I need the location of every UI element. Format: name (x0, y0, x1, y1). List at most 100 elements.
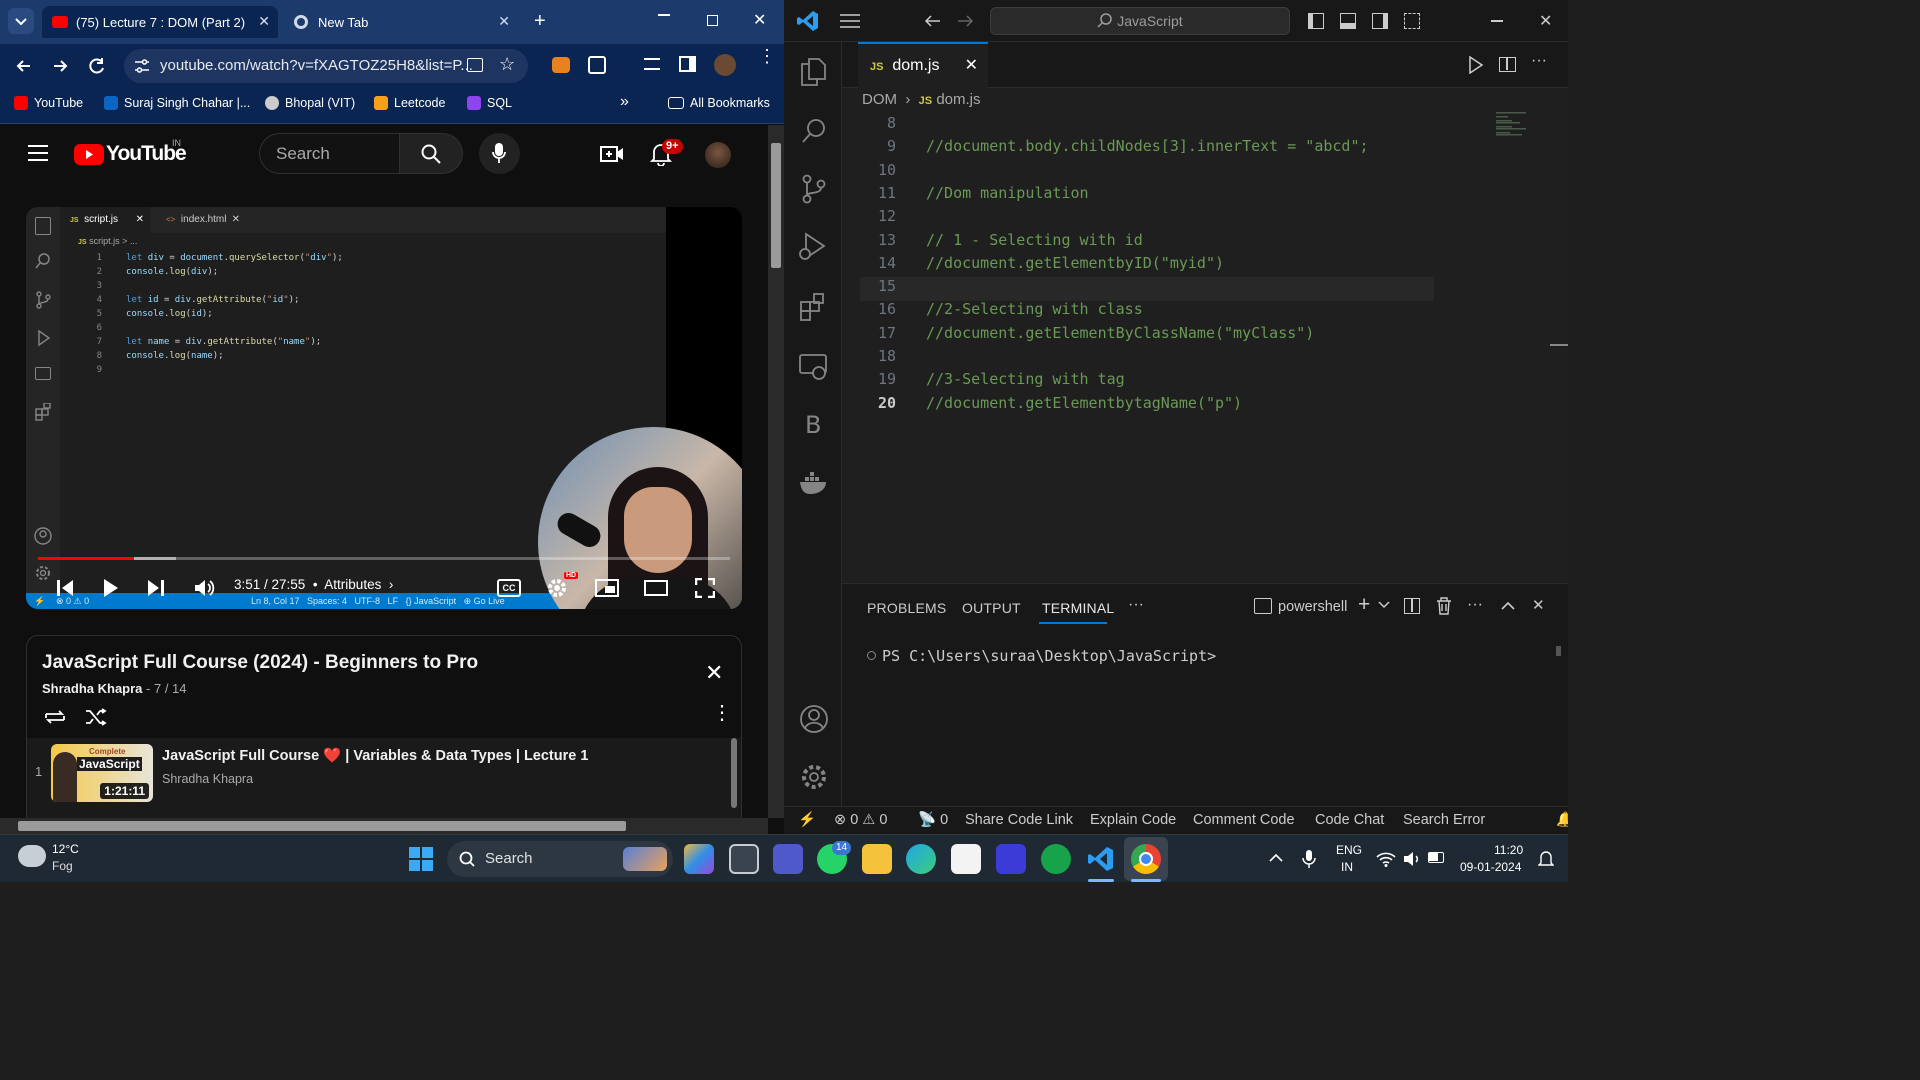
create-video-icon[interactable] (600, 144, 624, 164)
metamask-extension-icon[interactable] (552, 57, 570, 73)
close-tab-icon[interactable]: ✕ (258, 13, 270, 30)
problems-indicator[interactable]: ⊗ 0 ⚠ 0 (834, 807, 887, 834)
shuffle-icon[interactable] (85, 708, 107, 726)
chapter-title[interactable]: Attributes (324, 577, 381, 592)
taskbar-search[interactable]: Search (447, 841, 673, 877)
new-terminal-icon[interactable]: + (1358, 593, 1370, 617)
site-info-icon[interactable] (134, 59, 150, 73)
search-button[interactable] (399, 133, 463, 174)
close-tab-icon[interactable]: ✕ (965, 44, 978, 88)
code-line[interactable]: 16 //2-Selecting with class (842, 298, 1482, 321)
close-window-button[interactable]: ✕ (1539, 11, 1552, 31)
hamburger-menu-icon[interactable] (840, 14, 860, 28)
playlist-author[interactable]: Shradha Khapra (42, 681, 142, 696)
search-error[interactable]: Search Error (1403, 807, 1485, 834)
tab-new-tab[interactable]: New Tab ✕ (284, 6, 522, 38)
terminal-more-icon[interactable]: ··· (1467, 596, 1483, 614)
tab-youtube-lecture[interactable]: (75) Lecture 7 : DOM (Part 2) | D ✕ (42, 6, 278, 38)
notifications-bell-icon[interactable] (1538, 849, 1554, 869)
volume-icon[interactable] (194, 578, 216, 598)
video-thumbnail[interactable]: Complete JavaScript 1:21:11 (51, 744, 153, 802)
clock-time[interactable]: 11:20 (1494, 843, 1523, 857)
code-chat[interactable]: Code Chat (1315, 807, 1384, 834)
wifi-icon[interactable] (1376, 851, 1396, 867)
remote-explorer-icon[interactable] (799, 352, 829, 382)
toggle-secondary-sidebar-icon[interactable] (1372, 13, 1388, 29)
reload-icon[interactable] (87, 56, 107, 76)
whiteboard-app-icon[interactable] (996, 844, 1026, 874)
code-line[interactable]: 10 (842, 159, 1482, 182)
terminal-shell-name[interactable]: powershell (1278, 599, 1347, 615)
breadcrumb-file[interactable]: dom.js (936, 91, 980, 108)
minimize-button[interactable] (1491, 20, 1503, 22)
chrome-menu-icon[interactable]: ⋮ (758, 47, 776, 65)
hamburger-menu-icon[interactable] (28, 145, 48, 161)
code-line[interactable]: 14 //document.getElementbyID("myid") (842, 252, 1482, 275)
terminal-output[interactable]: PS C:\Users\suraa\Desktop\JavaScript> (867, 647, 1216, 665)
code-editor[interactable]: 8 9 //document.body.childNodes[3].innerTex… (842, 112, 1568, 580)
weather-temp[interactable]: 12°C (52, 842, 79, 856)
weather-fog-icon[interactable] (18, 845, 46, 867)
vscode-taskbar-icon[interactable] (1086, 844, 1116, 874)
profile-avatar[interactable] (714, 54, 736, 76)
remote-indicator-icon[interactable]: ⚡ (798, 807, 816, 834)
playlist-scrollbar[interactable] (731, 738, 737, 808)
bookmark-linkedin[interactable]: Suraj Singh Chahar |... (104, 96, 250, 110)
fullscreen-icon[interactable] (695, 578, 715, 598)
bookmark-star-icon[interactable]: ☆ (499, 54, 515, 75)
breadcrumb-folder[interactable]: DOM (862, 91, 897, 108)
back-arrow-icon[interactable] (924, 13, 942, 29)
settings-gear-icon[interactable] (546, 577, 568, 599)
more-bookmarks-icon[interactable]: » (620, 93, 629, 111)
notifications-bell-icon[interactable]: 🔔 (1556, 807, 1568, 834)
account-icon[interactable] (799, 704, 829, 734)
tab-dom-js[interactable]: JS dom.js ✕ (858, 42, 988, 88)
toggle-panel-icon[interactable] (1340, 13, 1356, 29)
language-primary[interactable]: ENG (1336, 843, 1362, 857)
media-control-icon[interactable] (644, 58, 660, 70)
terminal-scrollbar[interactable] (1556, 646, 1561, 656)
minimap[interactable] (1496, 112, 1552, 152)
panel-tab-problems[interactable]: PROBLEMS (867, 600, 946, 616)
bookmark-sql[interactable]: SQL (467, 96, 512, 110)
maximize-button[interactable] (707, 15, 718, 26)
customize-layout-icon[interactable] (1404, 13, 1420, 29)
split-editor-icon[interactable] (1499, 57, 1516, 72)
teams-app-icon[interactable] (773, 844, 803, 874)
close-tab-icon[interactable]: ✕ (498, 13, 510, 30)
split-terminal-icon[interactable] (1404, 598, 1420, 614)
page-horizontal-scrollbar[interactable] (0, 818, 768, 834)
code-line[interactable]: 20 //document.getElementbytagName("p") (842, 392, 1482, 415)
bookmark-leetcode[interactable]: Leetcode (374, 96, 445, 110)
side-panel-icon[interactable] (679, 56, 696, 72)
scrollbar-thumb[interactable] (18, 821, 626, 831)
code-line[interactable]: 19 //3-Selecting with tag (842, 368, 1482, 391)
youtube-logo-icon[interactable] (74, 144, 104, 165)
copilot-app-icon[interactable] (684, 844, 714, 874)
forward-arrow-icon[interactable] (50, 56, 70, 76)
theater-mode-icon[interactable] (644, 580, 668, 596)
tab-search-button[interactable] (8, 8, 34, 34)
settings-gear-icon[interactable] (799, 762, 829, 792)
minimize-button[interactable] (658, 14, 670, 16)
source-control-icon[interactable] (801, 174, 827, 204)
extensions-puzzle-icon[interactable] (588, 56, 606, 74)
edge-browser-icon[interactable] (906, 844, 936, 874)
microsoft-store-icon[interactable] (951, 844, 981, 874)
close-playlist-icon[interactable]: ✕ (705, 660, 723, 686)
ports-indicator[interactable]: 📡 0 (918, 807, 948, 834)
file-explorer-icon[interactable] (862, 844, 892, 874)
playlist-item-title[interactable]: JavaScript Full Course ❤️ | Variables & … (162, 747, 588, 764)
code-line[interactable]: 11 //Dom manipulation (842, 182, 1482, 205)
back-arrow-icon[interactable] (14, 56, 34, 76)
code-line[interactable]: 12 (842, 205, 1482, 228)
docker-icon[interactable] (798, 470, 830, 496)
miniplayer-icon[interactable] (595, 579, 619, 597)
volume-icon[interactable] (1403, 850, 1421, 868)
task-view-icon[interactable] (729, 844, 759, 874)
code-line[interactable]: 8 (842, 112, 1482, 135)
toggle-primary-sidebar-icon[interactable] (1308, 13, 1324, 29)
forward-arrow-icon[interactable] (956, 13, 974, 29)
search-icon[interactable] (801, 118, 827, 144)
playlist-item[interactable]: 1 Complete JavaScript 1:21:11 JavaScript… (27, 738, 741, 818)
